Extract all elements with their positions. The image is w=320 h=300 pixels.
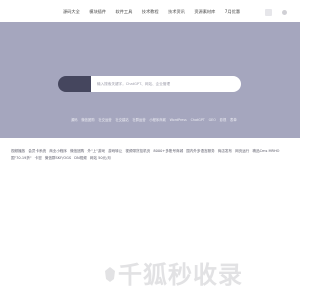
content-link[interactable]: DN视频 bbox=[74, 156, 86, 160]
hot-tags: 源码 微信团购 社交运营 社交建站 社群运营 小程序商城 WordPress C… bbox=[71, 117, 240, 123]
content-link[interactable]: 国内外多语言服务 bbox=[186, 149, 214, 153]
nav-item-1[interactable]: 源码大全 bbox=[63, 8, 80, 16]
content-link[interactable]: 外"上"游戏 bbox=[87, 149, 104, 153]
tag-item[interactable]: 微信团购 bbox=[81, 117, 94, 123]
content-link[interactable]: 微信群SKF/OGS bbox=[45, 156, 71, 160]
nav-item-2[interactable]: 模块插件 bbox=[89, 8, 106, 16]
search-input[interactable]: 输入搜索关键字，ChatGPT、网站、企业管理 bbox=[91, 76, 241, 92]
nav-item-6[interactable]: 资源素材库 bbox=[194, 8, 215, 16]
content-link[interactable]: 精品Cms MRHO bbox=[252, 149, 279, 153]
content-link[interactable]: 视频带货挂机页 bbox=[125, 149, 150, 153]
content-link[interactable]: 微信团购 bbox=[70, 149, 84, 153]
nav-item-3[interactable]: 软件工具 bbox=[116, 8, 133, 16]
hero-banner: 输入搜索关键字，ChatGPT、网站、企业管理 源码 微信团购 社交运营 社交建… bbox=[0, 22, 300, 138]
content-link[interactable]: 游戏转让 bbox=[108, 149, 122, 153]
content-link[interactable]: 国"70.19折" bbox=[11, 156, 32, 160]
watermark-logo-icon bbox=[105, 267, 115, 282]
tag-item[interactable]: 小程序商城 bbox=[149, 117, 165, 123]
tag-item[interactable]: 社交建站 bbox=[115, 117, 128, 123]
content-links: 视频播放 会员卡系统 商业小程序 微信团购 外"上"游戏 游戏转让 视频带货挂机… bbox=[11, 148, 287, 161]
user-avatar-icon[interactable] bbox=[282, 10, 287, 15]
tag-item[interactable]: 社群运营 bbox=[132, 117, 145, 123]
tag-item[interactable]: GEO bbox=[209, 117, 216, 123]
nav-item-5[interactable]: 技术资讯 bbox=[168, 8, 185, 16]
search-category-button[interactable] bbox=[58, 76, 91, 92]
search-placeholder: 输入搜索关键字，ChatGPT、网站、企业管理 bbox=[97, 82, 171, 86]
nav-menu: 源码大全 模块插件 软件工具 技术教程 技术资讯 资源素材库 7月优惠 bbox=[63, 8, 250, 16]
watermark-text: 千狐秒收录 bbox=[118, 261, 243, 289]
content-link[interactable]: 网页运行 bbox=[235, 149, 249, 153]
nav-item-4[interactable]: 技术教程 bbox=[142, 8, 159, 16]
search-bar: 输入搜索关键字，ChatGPT、网站、企业管理 bbox=[58, 76, 241, 92]
content-link[interactable]: 商店发布 bbox=[218, 149, 232, 153]
content-link[interactable]: 卡密 bbox=[35, 156, 42, 160]
tag-item[interactable]: 表单 bbox=[230, 117, 237, 123]
tag-item[interactable]: ChatGPT bbox=[191, 117, 205, 123]
content-link[interactable]: 会员卡系统 bbox=[28, 149, 46, 153]
tag-item[interactable]: WordPress bbox=[170, 117, 187, 123]
content-link[interactable]: 商业小程序 bbox=[49, 149, 67, 153]
tag-item[interactable]: 社交运营 bbox=[98, 117, 111, 123]
content-link[interactable]: 视频播放 bbox=[11, 149, 25, 153]
content-link[interactable]: 网站 50元/月 bbox=[90, 156, 111, 160]
tag-item[interactable]: 源码 bbox=[71, 117, 78, 123]
content-link[interactable]: 8000+多账号商城 bbox=[153, 149, 183, 153]
tag-item[interactable]: 影视 bbox=[220, 117, 227, 123]
nav-item-7[interactable]: 7月优惠 bbox=[225, 8, 240, 16]
search-toggle-icon[interactable] bbox=[265, 9, 272, 16]
top-nav: 源码大全 模块插件 软件工具 技术教程 技术资讯 资源素材库 7月优惠 bbox=[0, 0, 300, 22]
